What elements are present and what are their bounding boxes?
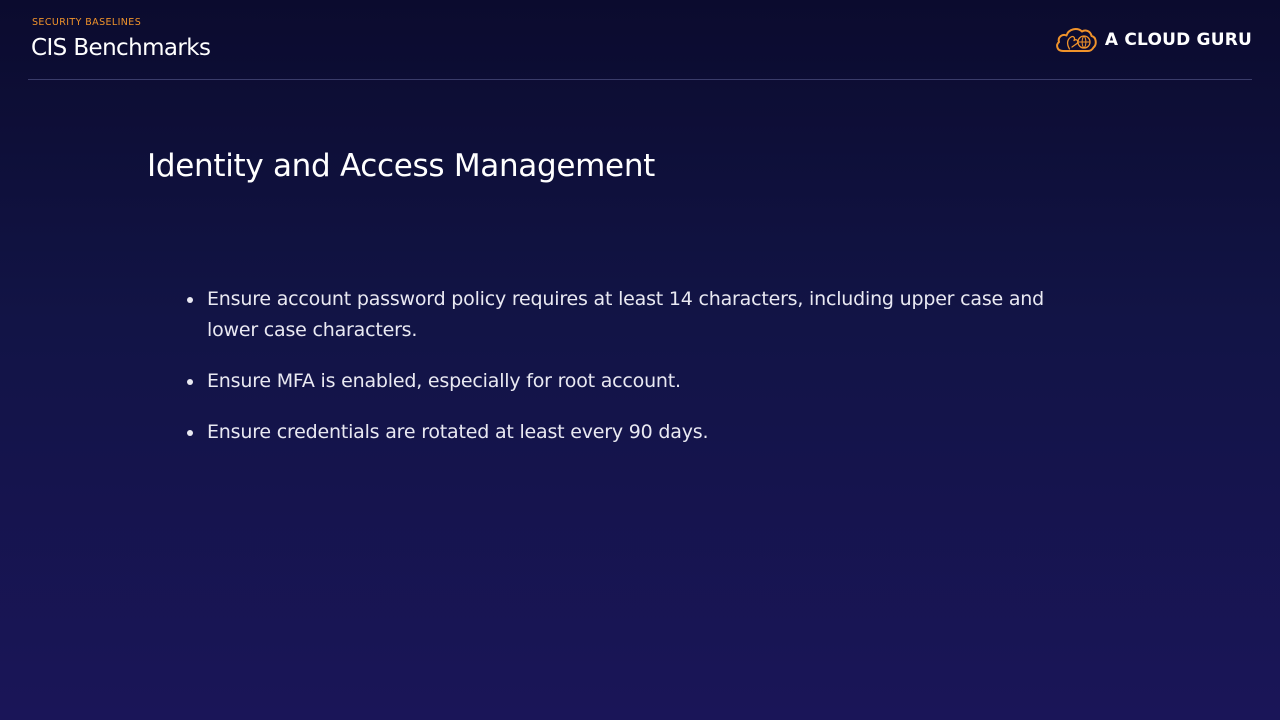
bullet-text: Ensure MFA is enabled, especially for ro… [207,370,681,392]
list-item: Ensure credentials are rotated at least … [185,417,1085,448]
slide-header: SECURITY BASELINES CIS Benchmarks A CLOU… [0,0,1280,80]
bullet-list: Ensure account password policy requires … [185,284,1085,468]
brand-logo: A CLOUD GURU [1054,24,1252,56]
bullet-icon [187,297,193,303]
brand-name: A CLOUD GURU [1104,30,1252,50]
bullet-text: Ensure credentials are rotated at least … [207,421,709,443]
cloud-brain-icon [1056,28,1097,52]
page-title: CIS Benchmarks [31,35,211,61]
list-item: Ensure MFA is enabled, especially for ro… [185,366,1085,397]
list-item: Ensure account password policy requires … [185,284,1085,346]
section-heading: Identity and Access Management [147,148,656,184]
bullet-icon [187,430,193,436]
section-eyebrow: SECURITY BASELINES [32,17,142,28]
header-divider [28,79,1252,80]
bullet-icon [187,379,193,385]
bullet-text: Ensure account password policy requires … [207,288,1044,341]
